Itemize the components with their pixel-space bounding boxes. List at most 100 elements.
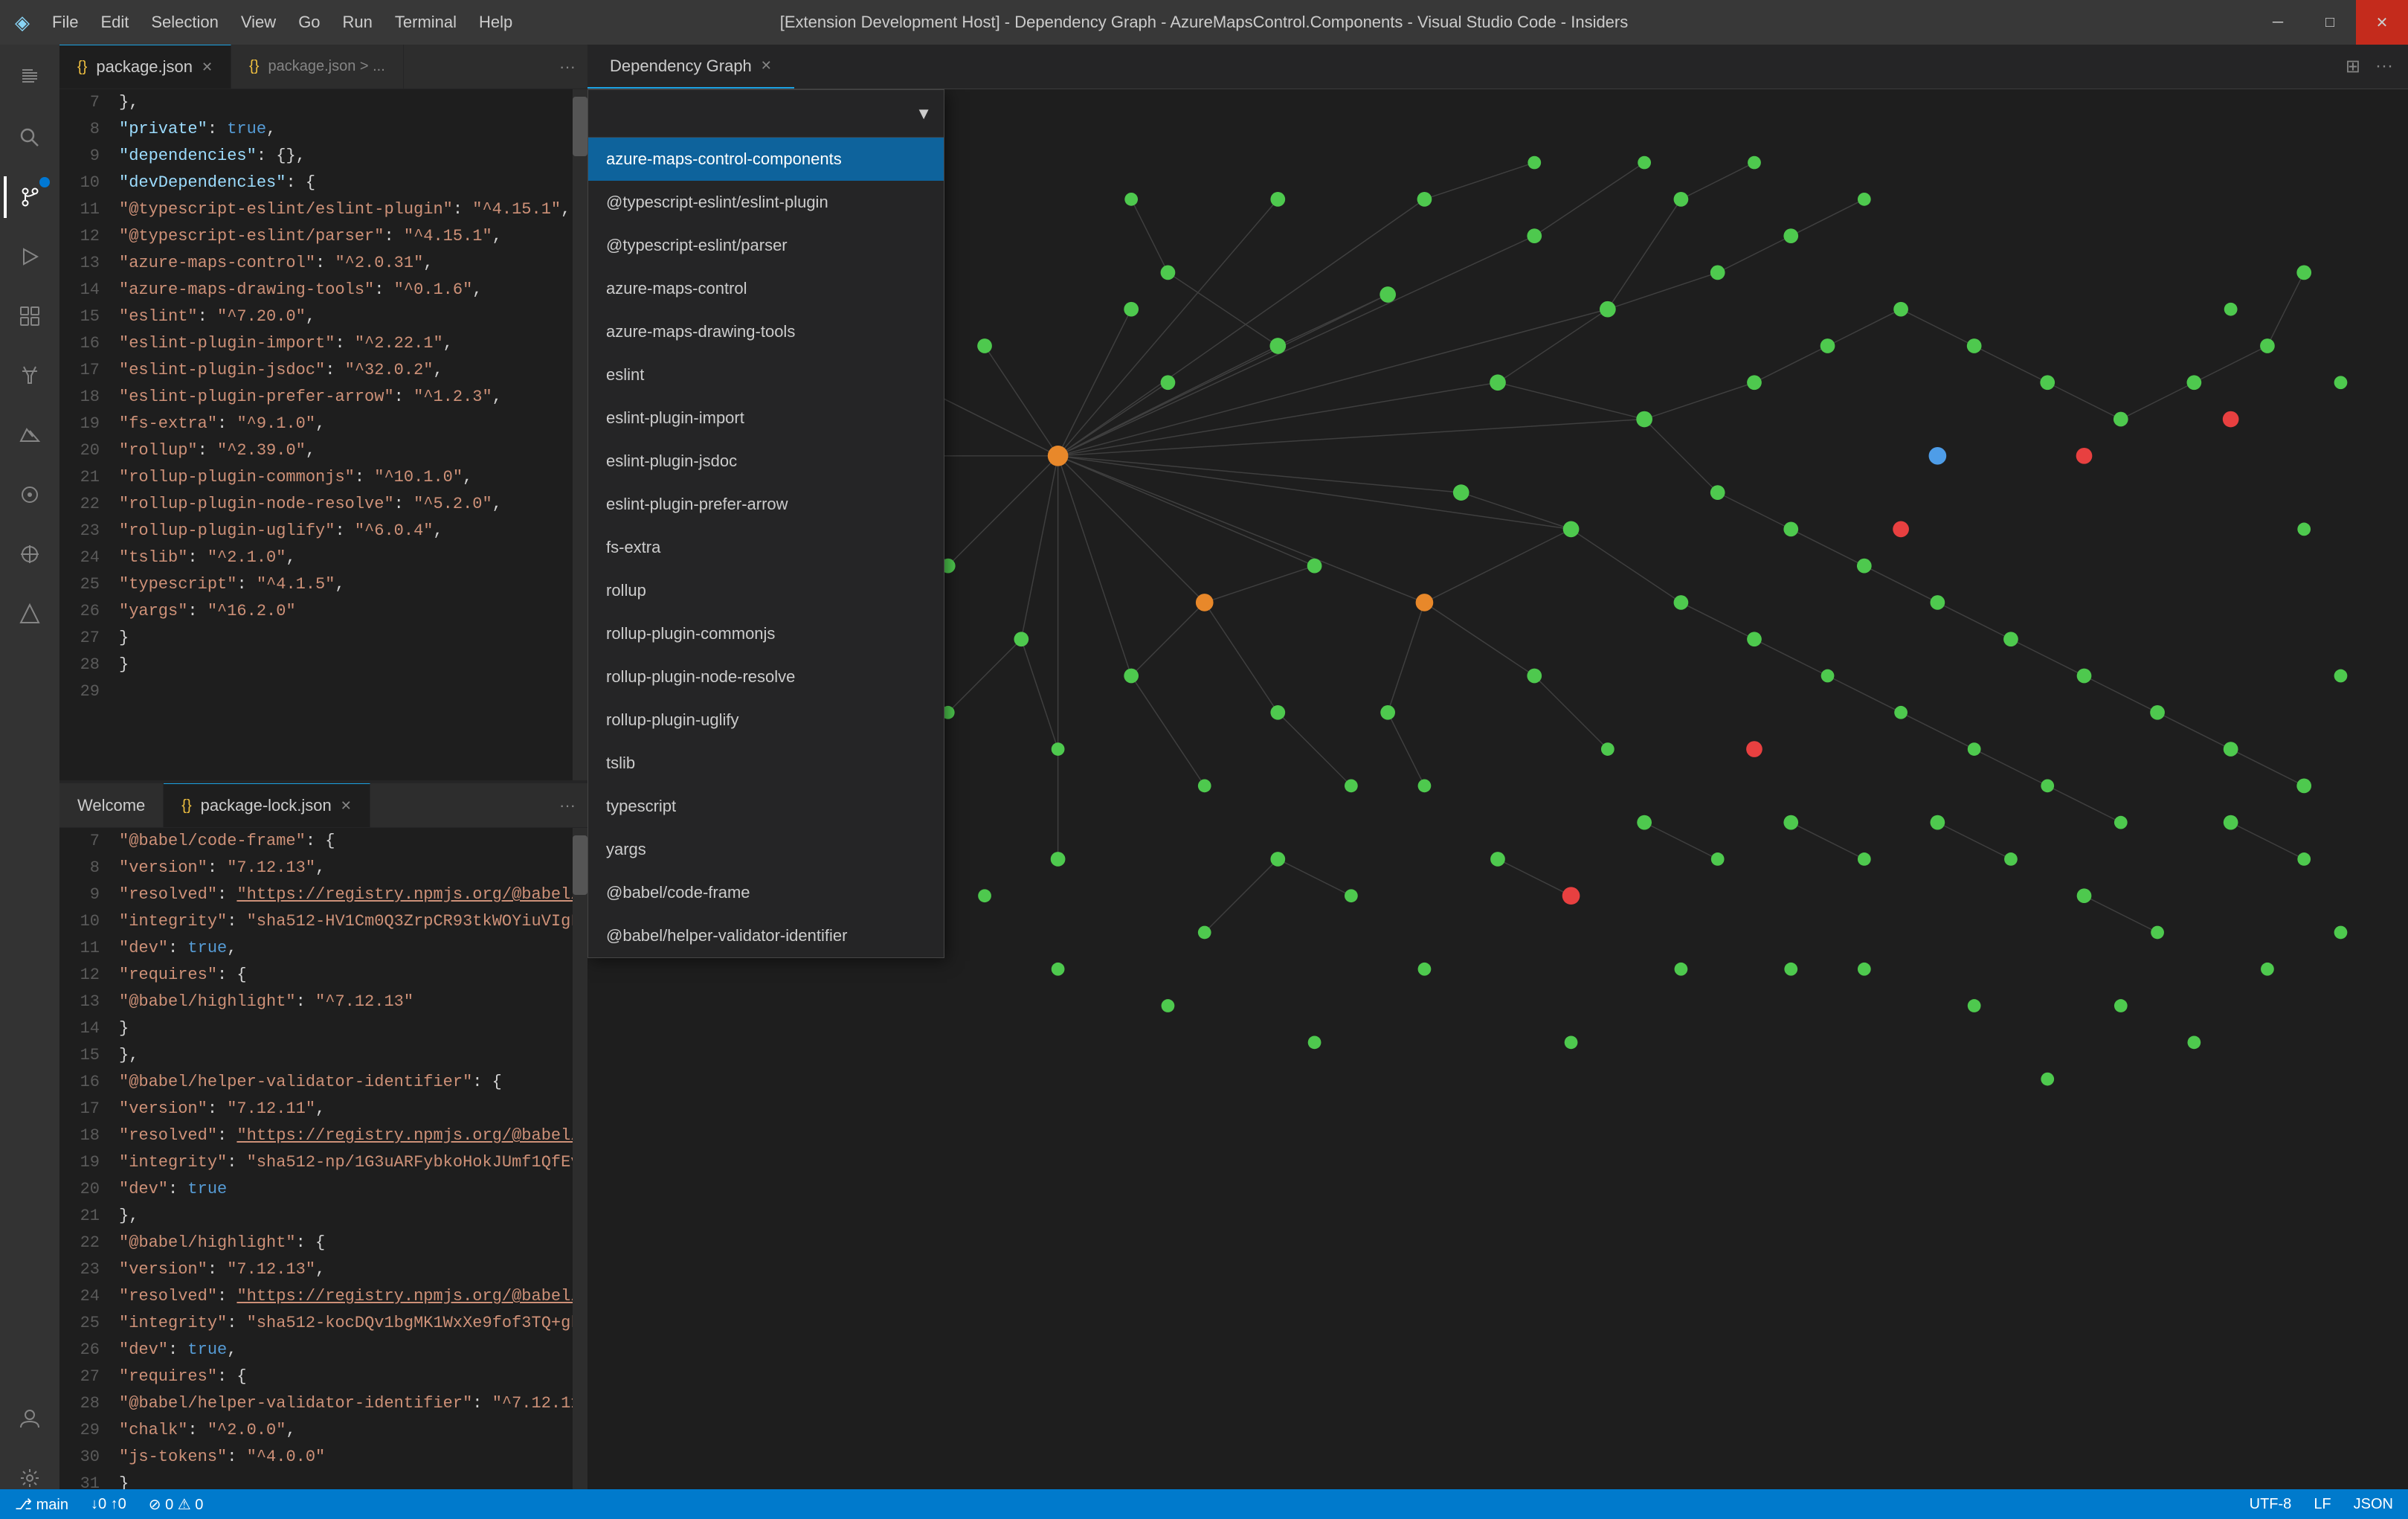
node-20[interactable] [1417,192,1432,207]
node-7[interactable] [1161,375,1176,390]
node-40[interactable] [1747,375,1762,390]
minimize-button[interactable]: ─ [2252,0,2304,45]
node-1[interactable] [1269,338,1286,354]
dropdown-item-15[interactable]: typescript [588,785,944,828]
node-fr3[interactable] [2297,523,2311,536]
node-5[interactable] [1307,559,1322,574]
panel-actions[interactable]: ⊞ ··· [2346,56,2408,77]
dropdown-item-9[interactable]: fs-extra [588,526,944,569]
tab-welcome[interactable]: Welcome [59,783,164,827]
node-l6[interactable] [1931,815,1945,830]
activity-azure[interactable] [4,409,56,461]
node-38[interactable] [1674,595,1689,610]
dropdown-item-5[interactable]: eslint [588,353,944,396]
activity-source-control[interactable] [4,171,56,223]
node-41[interactable] [1710,266,1725,280]
node-57[interactable] [1858,193,1871,206]
node-red-2[interactable] [1746,741,1762,757]
menu-edit[interactable]: Edit [100,13,129,32]
dropdown-item-4[interactable]: azure-maps-drawing-tools [588,310,944,353]
node-51[interactable] [1783,522,1798,537]
node-21[interactable] [1270,192,1285,207]
close-tab-package-json[interactable]: ✕ [202,60,213,75]
node-45[interactable] [1124,193,1138,206]
dropdown-item-14[interactable]: tslib [588,742,944,785]
node-42[interactable] [1674,192,1689,207]
node-2[interactable] [1380,286,1396,303]
node-l3[interactable] [1490,852,1505,867]
node-61[interactable] [2040,375,2055,390]
node-59[interactable] [1967,338,1982,353]
activity-extensions[interactable] [4,290,56,342]
node-36[interactable] [1527,669,1542,684]
activity-debug[interactable] [4,231,56,283]
node-l2[interactable] [1270,852,1285,867]
node-35[interactable] [1418,779,1432,792]
node-l1[interactable] [1051,852,1066,867]
node-43[interactable] [1638,156,1651,170]
node-l5[interactable] [1783,815,1798,830]
node-50[interactable] [1747,632,1762,646]
node-l11[interactable] [1711,852,1725,866]
tab-package-lock-json[interactable]: {} package-lock.json ✕ [164,783,370,827]
node-52[interactable] [1821,338,1835,353]
node-32[interactable] [1270,705,1285,720]
node-red-3[interactable] [1893,521,1909,538]
menu-selection[interactable]: Selection [151,13,219,32]
window-controls[interactable]: ─ □ ✕ [2252,0,2408,45]
node-17[interactable] [1636,411,1652,428]
top-scrollbar[interactable] [573,89,587,780]
activity-test[interactable] [4,350,56,402]
dropdown-item-0[interactable]: azure-maps-control-components [588,138,944,181]
dropdown-item-10[interactable]: rollup [588,569,944,612]
node-4[interactable] [1453,484,1469,501]
node-red-1[interactable] [1562,887,1580,905]
node-l8[interactable] [2224,815,2238,830]
dropdown-arrow[interactable]: ▼ [915,104,932,123]
node-62[interactable] [2077,669,2092,684]
node-63[interactable] [2114,412,2128,427]
node-64[interactable] [2150,705,2165,720]
node-red-5[interactable] [2223,411,2239,428]
tab-package-json-breadcrumb[interactable]: {} package.json > ... [231,45,404,89]
node-37[interactable] [1601,742,1615,756]
node-l15[interactable] [2297,852,2311,866]
dropdown-item-6[interactable]: eslint-plugin-import [588,396,944,440]
dropdown-item-1[interactable]: @typescript-eslint/eslint-plugin [588,181,944,224]
node-l13[interactable] [2004,852,2018,866]
menu-help[interactable]: Help [479,13,512,32]
node-br15[interactable] [978,889,991,902]
status-line-ending[interactable]: LF [2314,1496,2331,1513]
dropdown-item-11[interactable]: rollup-plugin-commonjs [588,612,944,655]
node-br6[interactable] [1968,999,1981,1012]
node-l14[interactable] [2151,926,2164,940]
node-main[interactable] [1048,446,1069,466]
dropdown-item-12[interactable]: rollup-plugin-node-resolve [588,655,944,699]
top-code-content[interactable]: }, "private": true, "dependencies": {}, … [112,89,573,780]
node-70[interactable] [1821,669,1835,683]
split-editor-icon[interactable]: ⊞ [2346,56,2360,77]
node-22[interactable] [1161,266,1176,280]
node-44[interactable] [1527,156,1541,170]
node-65[interactable] [2187,375,2202,390]
node-br7[interactable] [1858,963,1871,976]
node-red-4[interactable] [2076,448,2093,464]
activity-extra3[interactable] [4,588,56,640]
status-language[interactable]: JSON [2354,1496,2393,1513]
node-br9[interactable] [1675,963,1688,976]
node-34[interactable] [1380,705,1395,720]
node-br5[interactable] [2041,1073,2054,1086]
node-br8[interactable] [1784,963,1797,976]
dropdown-item-13[interactable]: rollup-plugin-uglify [588,699,944,742]
menu-view[interactable]: View [241,13,276,32]
node-74[interactable] [2114,816,2128,829]
node-br4[interactable] [2334,926,2348,940]
status-sync[interactable]: ↓0 ↑0 [91,1496,126,1513]
close-button[interactable]: ✕ [2356,0,2408,45]
bottom-tab-actions[interactable]: ··· [559,796,587,815]
tab-dependency-graph[interactable]: Dependency Graph ✕ [587,45,794,89]
node-fr4[interactable] [2334,669,2348,683]
menu-go[interactable]: Go [298,13,320,32]
node-br13[interactable] [1162,999,1175,1012]
node-71[interactable] [1894,706,1908,719]
